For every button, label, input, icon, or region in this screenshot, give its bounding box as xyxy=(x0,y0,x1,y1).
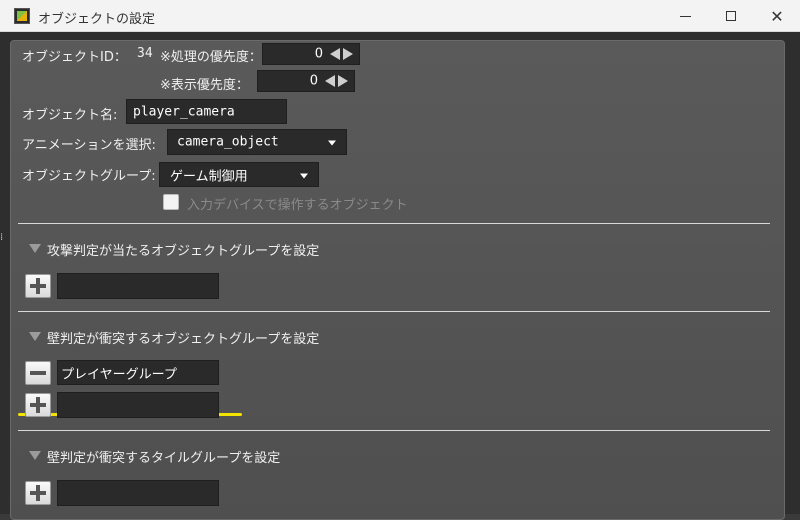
collapse-triangle-icon[interactable] xyxy=(29,332,41,341)
object-name-value: player_camera xyxy=(133,104,235,119)
increment-arrow-icon[interactable] xyxy=(343,48,353,60)
display-priority-label: ※表示優先度： xyxy=(160,78,249,93)
window-title: オブジェクトの設定 xyxy=(38,12,156,27)
app-icon xyxy=(14,8,30,24)
minus-icon xyxy=(30,365,46,381)
increment-arrow-icon[interactable] xyxy=(338,75,348,87)
divider xyxy=(18,311,770,312)
priority-value: 0 xyxy=(314,46,323,62)
display-priority-value: 0 xyxy=(309,73,318,89)
maximize-icon xyxy=(726,11,736,21)
divider xyxy=(18,223,770,224)
wall-group-empty-field[interactable] xyxy=(57,392,219,418)
remove-group-button[interactable] xyxy=(25,361,51,385)
object-name-input[interactable]: player_camera xyxy=(126,99,287,124)
decrement-arrow-icon[interactable] xyxy=(325,75,335,87)
object-group-dropdown[interactable]: ゲーム制御用 xyxy=(159,162,319,187)
object-id-label: オブジェクトID： xyxy=(22,50,127,65)
wall-collision-tile-group-title: 壁判定が衝突するタイルグループを設定 xyxy=(47,451,281,466)
title-bar: オブジェクトの設定 ✕ xyxy=(0,0,800,32)
add-wall-object-group-button[interactable] xyxy=(25,393,51,417)
object-id-value: 34 xyxy=(137,46,153,61)
collapse-triangle-icon[interactable] xyxy=(29,451,41,460)
resize-handle-icon[interactable]: ⁞ xyxy=(0,232,4,246)
animation-label: アニメーションを選択: xyxy=(22,138,156,153)
object-name-label: オブジェクト名: xyxy=(22,108,118,123)
plus-icon xyxy=(30,278,46,294)
input-device-label: 入力デバイスで操作するオブジェクト xyxy=(187,198,408,213)
close-button[interactable]: ✕ xyxy=(754,0,800,32)
plus-icon xyxy=(30,397,46,413)
wall-collision-object-group-title: 壁判定が衝突するオブジェクトグループを設定 xyxy=(47,332,320,347)
close-icon: ✕ xyxy=(770,6,784,26)
divider xyxy=(18,430,770,431)
tile-group-empty-field[interactable] xyxy=(57,480,219,506)
animation-value: camera_object xyxy=(177,134,279,150)
input-device-checkbox[interactable] xyxy=(163,194,179,210)
priority-spinner[interactable]: 0 xyxy=(262,43,360,65)
attack-hit-group-title: 攻撃判定が当たるオブジェクトグループを設定 xyxy=(47,244,320,259)
object-group-value: ゲーム制御用 xyxy=(170,169,248,184)
decrement-arrow-icon[interactable] xyxy=(330,48,340,60)
maximize-button[interactable] xyxy=(708,0,754,32)
add-attack-group-button[interactable] xyxy=(25,274,51,298)
attack-group-empty-field[interactable] xyxy=(57,273,219,299)
collapse-triangle-icon[interactable] xyxy=(29,244,41,253)
object-group-label: オブジェクトグループ: xyxy=(22,169,156,184)
animation-dropdown[interactable]: camera_object xyxy=(167,129,347,155)
wall-group-item-label: プレイヤーグループ xyxy=(61,367,177,382)
minimize-button[interactable] xyxy=(662,0,708,32)
minimize-icon xyxy=(679,15,691,17)
chevron-down-icon xyxy=(300,173,308,178)
display-priority-spinner[interactable]: 0 xyxy=(257,70,355,92)
priority-label: ※処理の優先度： xyxy=(160,50,262,65)
wall-group-item[interactable]: プレイヤーグループ xyxy=(57,360,219,385)
plus-icon xyxy=(30,485,46,501)
content-area: ⁞ オブジェクトID： 34 ※処理の優先度： 0 ※表示優先度： 0 オブジェ… xyxy=(0,32,800,520)
chevron-down-icon xyxy=(328,140,336,146)
add-tile-group-button[interactable] xyxy=(25,481,51,505)
